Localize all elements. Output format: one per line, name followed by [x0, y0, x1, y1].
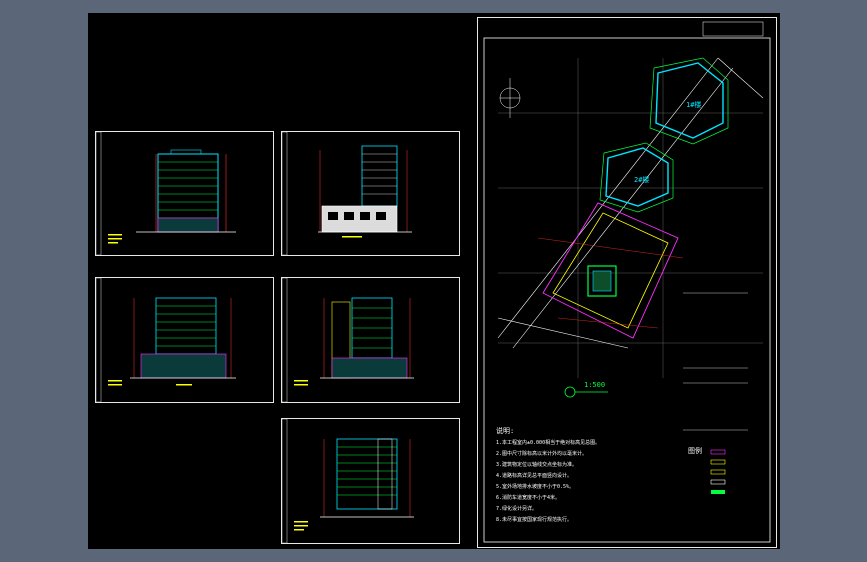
drawing-canvas[interactable]: 1#楼 2#楼 1:500 说明: 1.本工程室内±0.000相当于绝对标高见总…	[88, 13, 780, 549]
elevation-drawing	[96, 278, 236, 402]
note-line: 5.室外场地排水坡度不小于0.5%。	[496, 484, 575, 490]
scale-note: 1:500	[584, 381, 606, 389]
note-line: 1.本工程室内±0.000相当于绝对标高见总图。	[496, 440, 601, 446]
elevation-drawing	[96, 132, 236, 255]
elevation-sheet-3[interactable]	[95, 277, 274, 403]
note-line: 2.图中尺寸除标高以米计外均以毫米计。	[496, 451, 588, 457]
elevation-sheet-5[interactable]	[281, 418, 460, 544]
note-line: 4.道路标高详见总平面竖向设计。	[496, 473, 573, 479]
elevation-sheet-1[interactable]	[95, 131, 274, 256]
note-line: 3.建筑物定位以轴线交点坐标为准。	[496, 462, 578, 468]
elevation-drawing	[282, 278, 414, 402]
site-plan-sheet[interactable]: 1#楼 2#楼 1:500 说明: 1.本工程室内±0.000相当于绝对标高见总…	[477, 17, 777, 548]
building-label: 1#楼	[686, 101, 702, 109]
notes-title: 说明:	[496, 427, 515, 435]
note-line: 6.消防车道宽度不小于4米。	[496, 495, 561, 501]
note-line: 8.未尽事宜按国家现行规范执行。	[496, 517, 573, 523]
elevation-drawing	[282, 419, 414, 543]
elevation-sheet-2[interactable]	[281, 131, 460, 256]
note-line: 7.绿化设计另详。	[496, 506, 538, 512]
elevation-drawing	[282, 132, 412, 255]
notes-block: 说明: 1.本工程室内±0.000相当于绝对标高见总图。 2.图中尺寸除标高以米…	[496, 426, 666, 523]
legend-title: 图例	[688, 447, 702, 455]
elevation-sheet-4[interactable]	[281, 277, 460, 403]
building-label: 2#楼	[634, 176, 650, 184]
